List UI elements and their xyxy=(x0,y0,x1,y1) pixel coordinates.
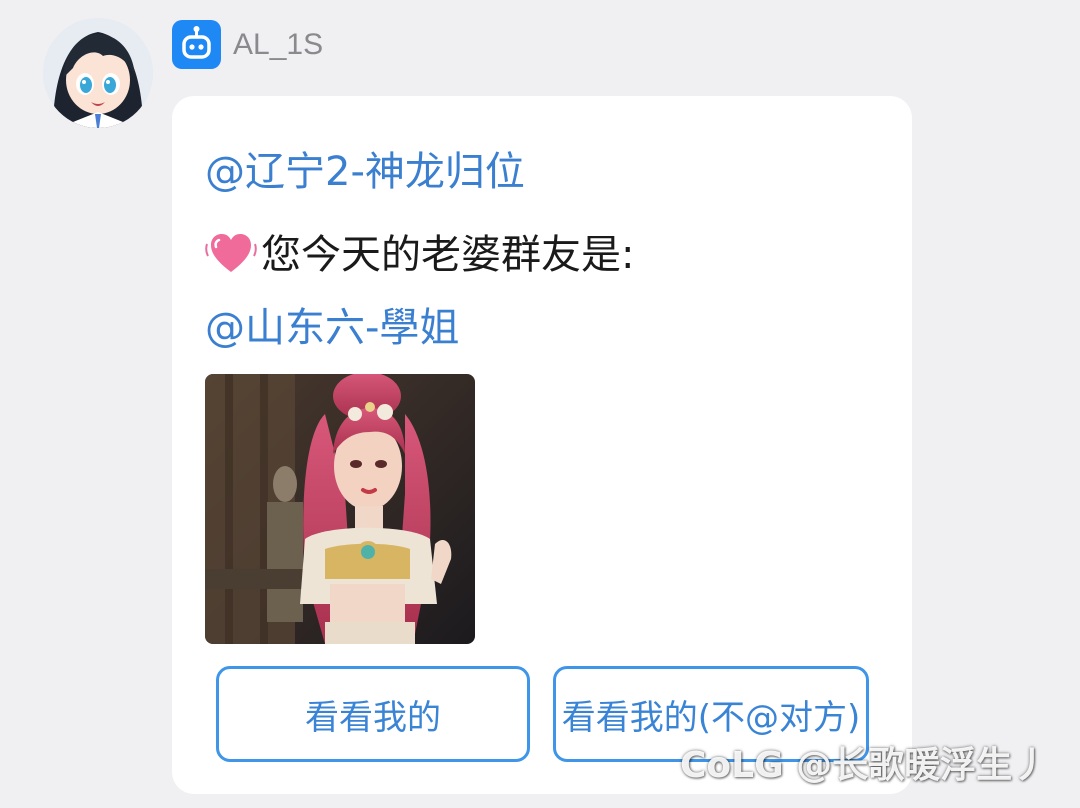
chat-screen: AL_1S @辽宁2-神龙归位 您今天的老婆群友是: @山东六-學姐 看看我的 … xyxy=(0,0,1080,808)
message-text-line: 您今天的老婆群友是: xyxy=(205,230,634,279)
mention-partner-user[interactable]: @山东六-學姐 xyxy=(205,304,459,352)
sender-avatar[interactable] xyxy=(43,18,153,128)
anime-character-portrait-image[interactable] xyxy=(205,374,475,644)
watermark-text: CoLG @长歌暖浮生丿 xyxy=(680,745,1049,786)
anime-girl-avatar-icon xyxy=(43,18,153,128)
view-mine-button[interactable]: 看看我的 xyxy=(216,666,530,762)
sender-name: AL_1S xyxy=(233,28,324,61)
beating-heart-emoji-icon xyxy=(205,230,257,276)
mention-target-user[interactable]: @辽宁2-神龙归位 xyxy=(205,148,525,196)
message-bubble[interactable]: @辽宁2-神龙归位 您今天的老婆群友是: @山东六-學姐 看看我的 看看我的(不… xyxy=(172,96,912,794)
message-text: 您今天的老婆群友是: xyxy=(261,232,635,278)
robot-icon xyxy=(172,20,221,69)
